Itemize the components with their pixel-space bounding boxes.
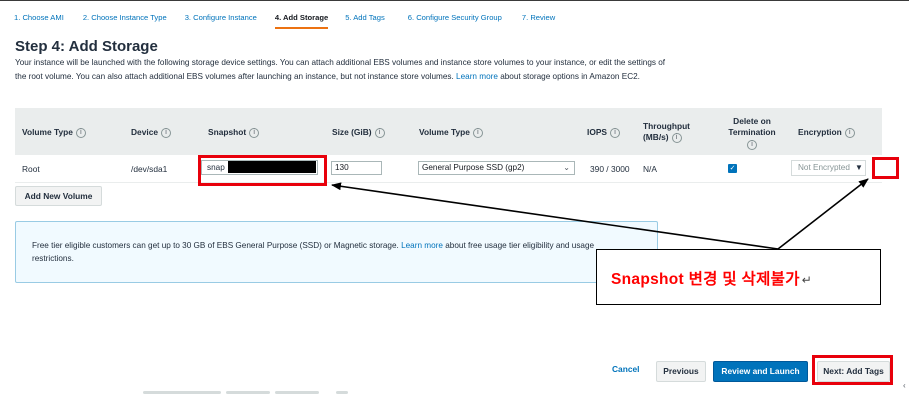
window-top-border [0,0,909,3]
previous-button[interactable]: Previous [656,361,706,382]
header-device: Device i [131,127,172,138]
size-input[interactable]: 130 [331,161,382,175]
wizard-step-choose-instance-type[interactable]: 2. Choose Instance Type [83,13,167,29]
header-encryption: Encryption i [798,127,855,138]
free-tier-info-box: Free tier eligible customers can get up … [15,221,658,283]
info-icon[interactable]: i [374,127,385,138]
info-icon[interactable]: i [844,127,855,138]
page-description: Your instance will be launched with the … [15,56,675,84]
info-icon[interactable]: i [249,127,260,138]
review-and-launch-button[interactable]: Review and Launch [713,361,808,382]
annotation-text: Snapshot 변경 및 삭제불가 ↵ [611,271,813,288]
header-volume-type: Volume Type i [22,127,86,138]
wizard-steps: 1. Choose AMI 2. Choose Instance Type 3.… [14,13,572,29]
delete-on-termination-checkbox[interactable]: ✓ [728,164,737,173]
add-new-volume-button[interactable]: Add New Volume [15,186,102,206]
info-icon[interactable]: i [75,127,86,138]
cell-volume-type: Root [22,164,40,174]
cell-throughput: N/A [643,164,657,174]
annotation-callout: Snapshot 변경 및 삭제불가 ↵ [596,249,881,305]
wizard-step-add-tags[interactable]: 5. Add Tags [345,13,385,29]
cancel-link[interactable]: Cancel [612,364,639,374]
snapshot-highlight-box [198,155,327,186]
chevron-down-icon: ⌄ [563,163,570,172]
wizard-step-add-storage[interactable]: 4. Add Storage [274,13,329,29]
info-icon[interactable]: i [472,127,483,138]
storage-table-header: Volume Type i Device i Snapshot i Size (GiB… [15,108,882,155]
page-title: Step 4: Add Storage [15,38,158,55]
wizard-step-configure-security-group[interactable]: 6. Configure Security Group [408,13,502,29]
learn-more-link[interactable]: Learn more [456,72,498,81]
cell-iops: 390 / 3000 [590,164,630,174]
header-iops: IOPS i [587,127,621,138]
description-text-tail: about storage options in Amazon EC2. [500,72,640,81]
scroll-caret-icon: ‹ [903,381,906,390]
free-tier-info-text: Free tier eligible customers can get up … [32,241,595,263]
header-ebs-volume-type: Volume Type i [419,127,483,138]
cell-device: /dev/sda1 [131,164,168,174]
next-add-tags-button[interactable]: Next: Add Tags [817,361,890,382]
header-snapshot: Snapshot i [208,127,260,138]
arrow-icon [777,178,869,250]
volume-type-select[interactable]: General Purpose SSD (gp2) ⌄ [418,161,575,175]
info-icon[interactable]: i [747,140,757,150]
wizard-step-configure-instance[interactable]: 3. Configure Instance [185,13,257,29]
info-icon[interactable]: i [610,127,621,138]
header-delete-on-termination: Delete on Termination i [728,116,776,150]
volume-type-select-value: General Purpose SSD (gp2) [422,163,525,172]
header-throughput: Throughput (MB/s) i [643,121,690,143]
wizard-step-review[interactable]: 7. Review [522,13,555,29]
encryption-highlight-box [872,157,899,179]
wizard-step-choose-ami[interactable]: 1. Choose AMI [14,13,64,29]
info-icon[interactable]: i [161,127,172,138]
info-icon[interactable]: i [671,132,682,143]
header-size: Size (GiB) i [332,127,385,138]
return-mark: ↵ [801,273,813,287]
free-tier-learn-more-link[interactable]: Learn more [401,241,443,250]
caret-down-icon[interactable]: ▼ [855,163,863,172]
